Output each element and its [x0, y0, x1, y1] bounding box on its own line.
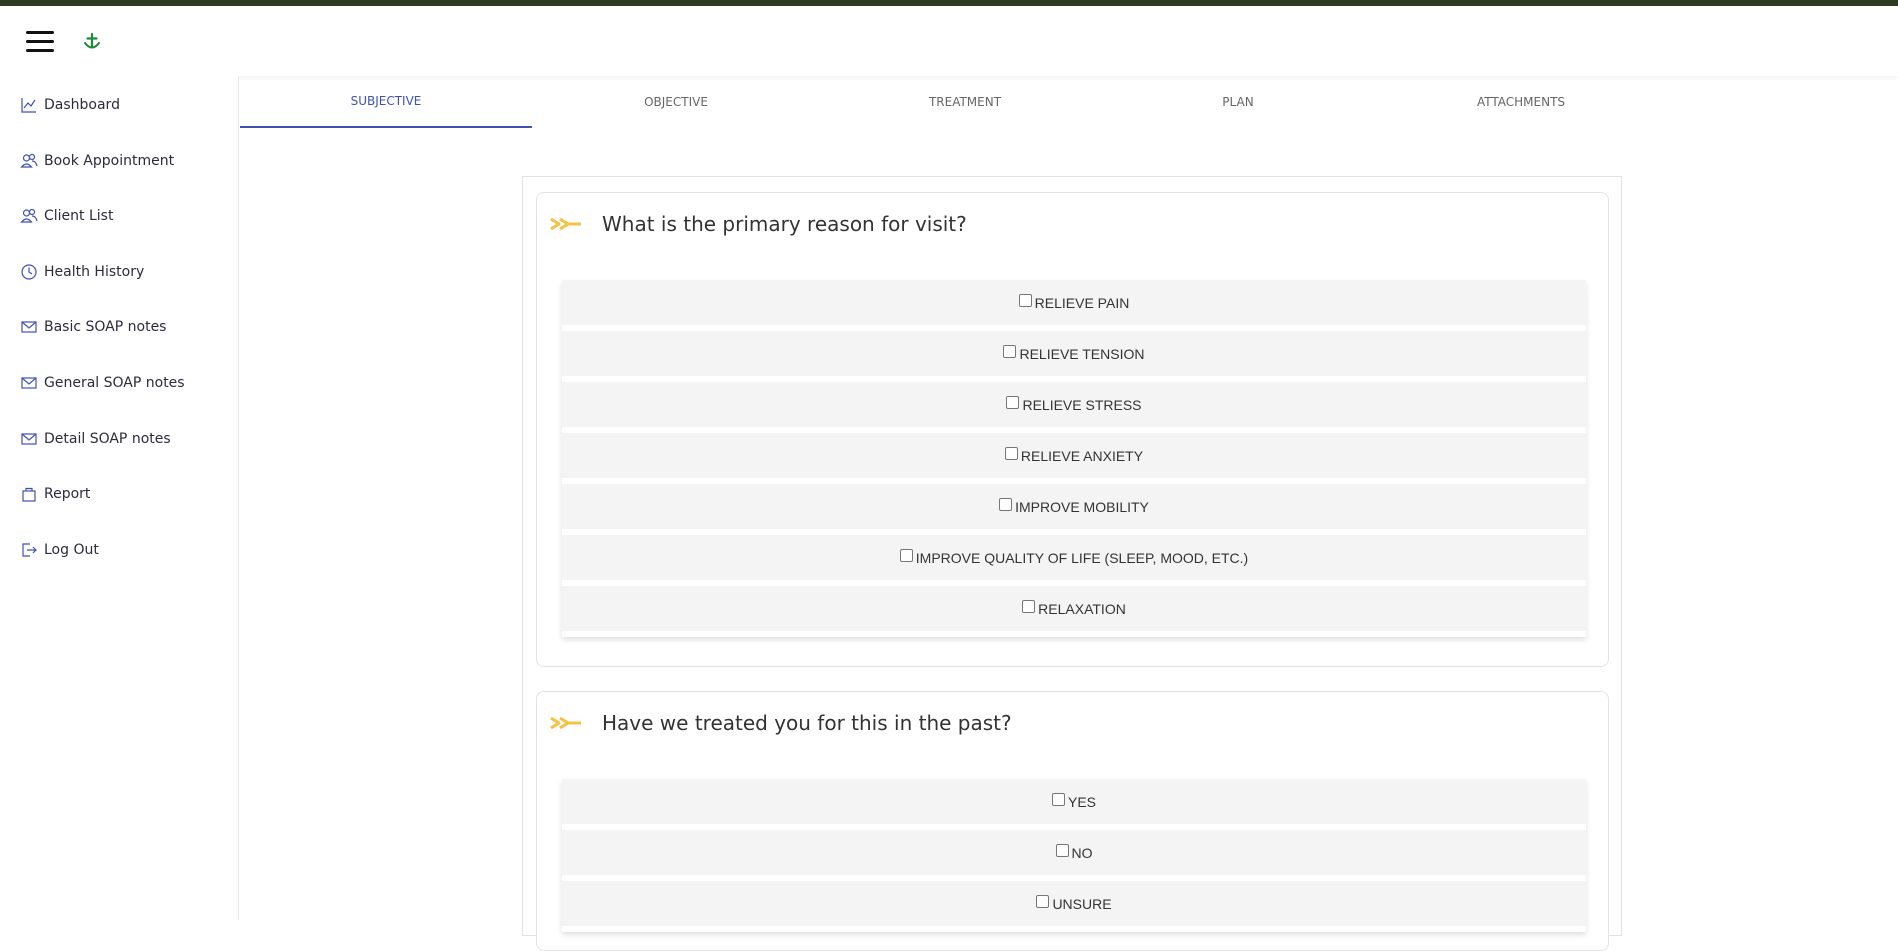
- logout-icon: [20, 541, 38, 559]
- sidebar-item-client-list[interactable]: Client List: [20, 203, 113, 229]
- sidebar-item-book-appointment[interactable]: Book Appointment: [20, 148, 174, 174]
- checkbox[interactable]: [1006, 396, 1020, 409]
- sidebar-item-report[interactable]: Report: [20, 481, 90, 507]
- option-relieve-pain[interactable]: RELIEVE PAIN: [562, 280, 1586, 325]
- mail-icon: [20, 374, 38, 392]
- checkbox[interactable]: [1004, 447, 1018, 460]
- checkbox[interactable]: [1055, 844, 1069, 857]
- tab-bar: SUBJECTIVE OBJECTIVE TREATMENT PLAN ATTA…: [240, 76, 1898, 128]
- option-label: UNSURE: [1052, 895, 1112, 912]
- clock-icon: [20, 263, 38, 281]
- sidebar-item-label: General SOAP notes: [44, 375, 185, 391]
- question-header: Have we treated you for this in the past…: [537, 692, 1608, 758]
- sidebar-item-general-soap-notes[interactable]: General SOAP notes: [20, 370, 185, 396]
- header: [0, 6, 1898, 76]
- option-label: IMPROVE QUALITY OF LIFE (SLEEP, MOOD, ET…: [915, 549, 1249, 566]
- option-relieve-anxiety[interactable]: RELIEVE ANXIETY: [562, 433, 1586, 478]
- question-title: What is the primary reason for visit?: [602, 212, 967, 236]
- users-icon: [20, 207, 38, 225]
- tab-plan[interactable]: PLAN: [1092, 76, 1384, 128]
- question-header: What is the primary reason for visit?: [537, 193, 1608, 259]
- option-label: RELIEVE ANXIETY: [1020, 447, 1144, 464]
- hamburger-menu-button[interactable]: [26, 31, 54, 53]
- question-card: Have we treated you for this in the past…: [536, 691, 1609, 951]
- hamburger-icon: [26, 31, 54, 34]
- subjective-form: What is the primary reason for visit? RE…: [522, 176, 1622, 951]
- option-no[interactable]: NO: [562, 830, 1586, 875]
- tab-treatment[interactable]: TREATMENT: [819, 76, 1111, 128]
- checkbox[interactable]: [1051, 793, 1065, 806]
- arrow-right-icon: [549, 714, 583, 732]
- option-label: RELAXATION: [1038, 600, 1126, 617]
- sidebar-item-label: Client List: [44, 208, 114, 224]
- sidebar-item-label: Health History: [44, 264, 145, 280]
- sidebar-item-label: Detail SOAP notes: [44, 431, 171, 447]
- users-icon: [20, 152, 38, 170]
- option-relieve-tension[interactable]: RELIEVE TENSION: [562, 331, 1586, 376]
- hamburger-icon: [26, 40, 54, 43]
- sidebar-item-log-out[interactable]: Log Out: [20, 537, 99, 563]
- option-label: YES: [1067, 793, 1096, 810]
- sidebar-item-detail-soap-notes[interactable]: Detail SOAP notes: [20, 426, 171, 452]
- arrow-right-icon: [549, 215, 583, 233]
- anchor-plus-icon[interactable]: [82, 32, 102, 52]
- checkbox[interactable]: [1022, 600, 1036, 613]
- line-chart-icon: [20, 96, 38, 114]
- checkbox[interactable]: [1018, 294, 1032, 307]
- option-label: RELIEVE PAIN: [1034, 294, 1130, 311]
- sidebar-item-label: Log Out: [44, 542, 99, 558]
- option-improve-mobility[interactable]: IMPROVE MOBILITY: [562, 484, 1586, 529]
- question-card: What is the primary reason for visit? RE…: [536, 192, 1609, 667]
- option-label: RELIEVE STRESS: [1022, 396, 1142, 413]
- sidebar-item-health-history[interactable]: Health History: [20, 259, 144, 285]
- checkbox[interactable]: [999, 498, 1013, 511]
- option-list: YES NO UNSURE: [562, 779, 1586, 932]
- option-relieve-stress[interactable]: RELIEVE STRESS: [562, 382, 1586, 427]
- checkbox[interactable]: [1036, 895, 1050, 908]
- option-relaxation[interactable]: RELAXATION: [562, 586, 1586, 631]
- sidebar-item-label: Basic SOAP notes: [44, 319, 167, 335]
- sidebar-item-label: Book Appointment: [44, 153, 175, 169]
- sidebar-item-label: Report: [44, 486, 91, 502]
- tab-objective[interactable]: OBJECTIVE: [530, 76, 822, 128]
- mail-icon: [20, 430, 38, 448]
- option-unsure[interactable]: UNSURE: [562, 881, 1586, 926]
- option-label: RELIEVE TENSION: [1019, 345, 1145, 362]
- checkbox[interactable]: [1003, 345, 1017, 358]
- sidebar-item-dashboard[interactable]: Dashboard: [20, 92, 120, 118]
- mail-icon: [20, 318, 38, 336]
- sidebar: Dashboard Book Appointment Client List H…: [0, 76, 239, 920]
- option-list: RELIEVE PAIN RELIEVE TENSION RELIEVE STR…: [562, 280, 1586, 637]
- hamburger-icon: [26, 49, 54, 52]
- tab-subjective[interactable]: SUBJECTIVE: [240, 76, 532, 128]
- bag-icon: [20, 485, 38, 503]
- checkbox[interactable]: [899, 549, 913, 562]
- option-label: IMPROVE MOBILITY: [1015, 498, 1149, 515]
- option-yes[interactable]: YES: [562, 779, 1586, 824]
- sidebar-item-label: Dashboard: [44, 97, 120, 113]
- tab-attachments[interactable]: ATTACHMENTS: [1375, 76, 1667, 128]
- sidebar-item-basic-soap-notes[interactable]: Basic SOAP notes: [20, 314, 166, 340]
- option-label: NO: [1071, 844, 1093, 861]
- option-improve-quality-of-life[interactable]: IMPROVE QUALITY OF LIFE (SLEEP, MOOD, ET…: [562, 535, 1586, 580]
- question-title: Have we treated you for this in the past…: [602, 711, 1012, 735]
